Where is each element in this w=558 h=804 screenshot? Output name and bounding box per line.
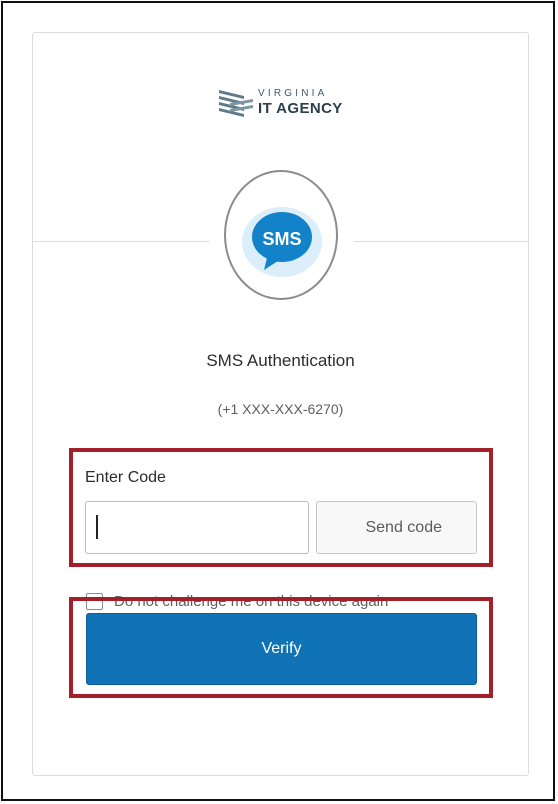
page-title: SMS Authentication bbox=[206, 351, 355, 370]
enter-code-label: Enter Code bbox=[85, 469, 166, 486]
text-cursor bbox=[96, 515, 98, 539]
sms-icon-text: SMS bbox=[262, 229, 301, 249]
brand-logo: VIRGINIA IT AGENCY bbox=[218, 86, 348, 126]
phone-number: (+1 XXX-XXX-6270) bbox=[217, 401, 344, 417]
divider-right bbox=[354, 241, 528, 242]
brand-line-2: IT AGENCY bbox=[258, 100, 343, 117]
divider-left bbox=[33, 241, 209, 242]
brand-mark-icon bbox=[219, 90, 253, 117]
code-input[interactable] bbox=[85, 501, 309, 554]
brand-line-1: VIRGINIA bbox=[258, 88, 328, 99]
send-code-button[interactable]: Send code bbox=[316, 501, 477, 554]
sms-bubble-icon: SMS bbox=[242, 207, 322, 277]
verify-button[interactable]: Verify bbox=[86, 613, 477, 685]
